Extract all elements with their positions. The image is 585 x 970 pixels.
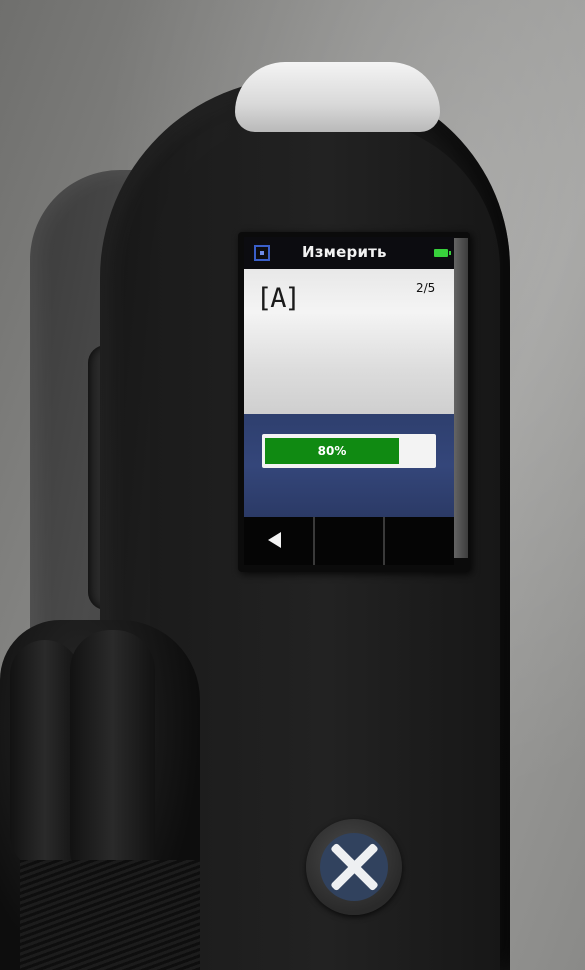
measurement-area: [A] 2/5 xyxy=(244,269,454,414)
screen-edge-reflection xyxy=(452,238,468,558)
progress-label: 80% xyxy=(317,444,347,458)
screen-title: Измерить xyxy=(302,243,387,261)
photo-scene: Измерить [A] 2/5 80% xyxy=(0,0,585,970)
measure-button[interactable] xyxy=(306,819,402,915)
measure-button-face xyxy=(320,833,388,901)
white-calibration-cap xyxy=(235,62,440,132)
softkey-bar xyxy=(244,517,454,565)
status-bar: Измерить xyxy=(244,237,454,269)
softkey-right[interactable] xyxy=(385,517,454,565)
device-display: Измерить [A] 2/5 80% xyxy=(244,237,454,565)
back-arrow-icon xyxy=(268,532,281,548)
measurement-counter: 2/5 xyxy=(416,281,436,295)
progress-panel: 80% xyxy=(244,414,454,517)
softkey-back[interactable] xyxy=(244,517,315,565)
glove-cuff xyxy=(20,860,200,970)
glove-finger xyxy=(70,630,155,890)
battery-icon xyxy=(434,249,451,257)
progress-bar: 80% xyxy=(262,434,436,468)
softkey-middle[interactable] xyxy=(315,517,386,565)
progress-fill: 80% xyxy=(265,438,399,464)
aperture-label: [A] xyxy=(256,283,301,314)
target-icon xyxy=(254,245,270,261)
